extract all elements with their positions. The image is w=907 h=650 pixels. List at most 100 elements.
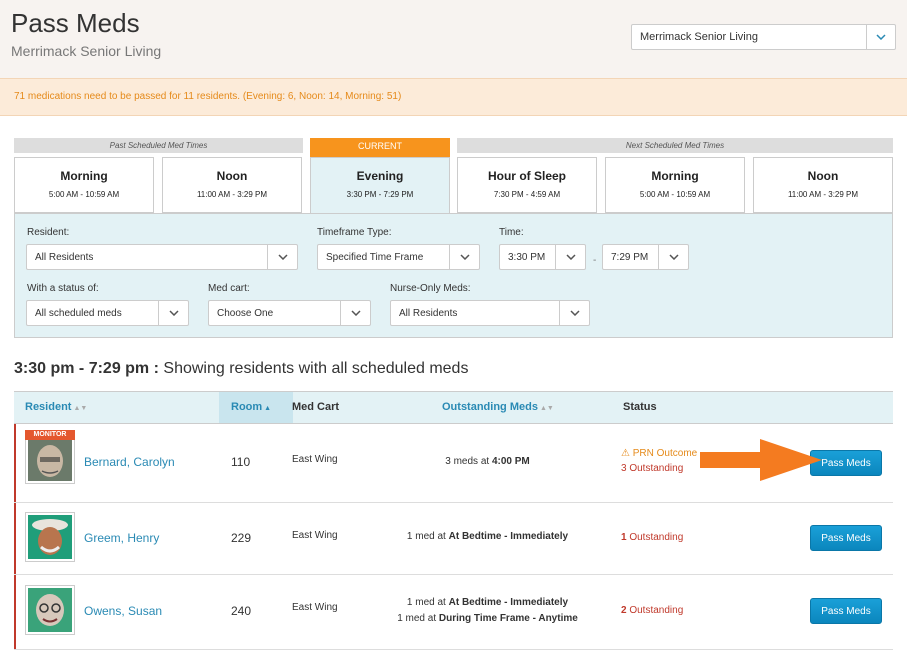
column-header-resident[interactable]: Resident ▲▼ <box>25 401 87 413</box>
column-label: Resident <box>25 401 72 413</box>
results-heading: 3:30 pm - 7:29 pm : Showing residents wi… <box>14 360 468 378</box>
med-cart: East Wing <box>292 454 338 465</box>
sort-icon: ▲▼ <box>73 405 88 412</box>
page-subtitle: Merrimack Senior Living <box>11 43 162 59</box>
time-from-value: 3:30 PM <box>508 252 546 263</box>
medcart-filter-label: Med cart: <box>208 283 250 294</box>
column-label: Outstanding Meds <box>442 401 538 413</box>
status-filter-select[interactable]: All scheduled meds <box>26 300 189 326</box>
slot-name: Evening <box>356 169 404 183</box>
nurse-only-filter-label: Nurse-Only Meds: <box>390 283 471 294</box>
time-separator: - <box>593 255 597 266</box>
status-filter-label: With a status of: <box>27 283 99 294</box>
resident-filter-label: Resident: <box>27 227 70 238</box>
room-number: 110 <box>231 455 251 469</box>
results-range: 3:30 pm - 7:29 pm : <box>14 360 159 377</box>
column-label: Room <box>231 401 263 413</box>
nurse-only-filter-value: All Residents <box>399 308 458 319</box>
resident-photo <box>28 437 72 481</box>
medcart-filter-select[interactable]: Choose One <box>208 300 371 326</box>
resident-name-link[interactable]: Greem, Henry <box>84 531 159 545</box>
annotation-arrow-icon <box>700 439 822 481</box>
time-slot-noon-next[interactable]: Noon 11:00 AM - 3:29 PM <box>753 157 893 213</box>
outstanding-meds: 1 med at At Bedtime - Immediately <box>344 529 631 545</box>
outstanding-meds: 1 med at At Bedtime - Immediately 1 med … <box>344 595 631 627</box>
chevron-down-icon[interactable] <box>449 245 479 269</box>
time-slot-morning-next[interactable]: Morning 5:00 AM - 10:59 AM <box>605 157 745 213</box>
resident-filter-select[interactable]: All Residents <box>26 244 298 270</box>
warning-icon: ⚠ <box>621 448 630 459</box>
time-slot-evening-current[interactable]: Evening 3:30 PM - 7:29 PM <box>310 157 450 214</box>
page-title: Pass Meds <box>11 8 140 38</box>
slot-name: Noon <box>807 169 839 183</box>
current-label: CURRENT <box>310 138 450 157</box>
column-header-outstanding-meds[interactable]: Outstanding Meds ▲▼ <box>442 401 554 413</box>
sort-ascending-icon: ▲ <box>264 405 272 412</box>
med-line: 1 med at At Bedtime - Immediately <box>406 531 569 542</box>
table-header: Resident ▲▼ Room ▲ Med Cart Outstanding Me… <box>14 391 893 424</box>
slot-name: Hour of Sleep <box>487 169 566 183</box>
med-line: 3 meds at 4:00 PM <box>445 456 530 467</box>
room-number: 229 <box>231 531 252 545</box>
column-header-med-cart: Med Cart <box>292 401 340 413</box>
chevron-down-icon[interactable] <box>340 301 370 325</box>
facility-select[interactable]: Merrimack Senior Living <box>631 24 896 50</box>
resident-filter-value: All Residents <box>35 252 94 263</box>
chevron-down-icon[interactable] <box>559 301 589 325</box>
time-to-value: 7:29 PM <box>611 252 649 263</box>
table-row: Owens, Susan 240 East Wing 1 med at At B… <box>14 575 893 650</box>
outstanding-status: 1 Outstanding <box>621 532 684 543</box>
slot-time: 11:00 AM - 3:29 PM <box>196 190 268 199</box>
chevron-down-icon[interactable] <box>555 245 585 269</box>
column-header-status: Status <box>623 401 657 413</box>
alert-banner: 71 medications need to be passed for 11 … <box>0 78 907 116</box>
resident-name-link[interactable]: Owens, Susan <box>84 604 162 618</box>
room-number: 240 <box>231 604 252 618</box>
time-to-select[interactable]: 7:29 PM <box>602 244 689 270</box>
med-line: 1 med at At Bedtime - Immediately <box>406 597 569 608</box>
time-slot-hour-of-sleep[interactable]: Hour of Sleep 7:30 PM - 4:59 AM <box>457 157 597 213</box>
status-filter-value: All scheduled meds <box>35 308 122 319</box>
chevron-down-icon[interactable] <box>866 25 895 49</box>
chevron-down-icon[interactable] <box>267 245 297 269</box>
avatar[interactable] <box>25 512 75 562</box>
outstanding-status: 2 Outstanding <box>621 605 684 616</box>
results-description: Showing residents with all scheduled med… <box>163 360 469 377</box>
pass-meds-button[interactable]: Pass Meds <box>810 598 882 624</box>
page-header: Pass Meds Merrimack Senior Living Merrim… <box>0 0 907 78</box>
pass-meds-button[interactable]: Pass Meds <box>810 525 882 551</box>
next-times-label: Next Scheduled Med Times <box>457 138 893 153</box>
nurse-only-filter-select[interactable]: All Residents <box>390 300 590 326</box>
slot-time: 3:30 PM - 7:29 PM <box>346 190 414 199</box>
monitor-badge: MONITOR <box>25 430 75 440</box>
alert-text: 71 medications need to be passed for 11 … <box>14 91 402 102</box>
resident-name-link[interactable]: Bernard, Carolyn <box>84 455 175 469</box>
time-from-select[interactable]: 3:30 PM <box>499 244 586 270</box>
chevron-down-icon[interactable] <box>158 301 188 325</box>
column-header-room[interactable]: Room ▲ <box>231 401 271 413</box>
timeframe-filter-select[interactable]: Specified Time Frame <box>317 244 480 270</box>
facility-select-value: Merrimack Senior Living <box>640 31 758 43</box>
avatar[interactable] <box>25 585 75 635</box>
table-row: Greem, Henry 229 East Wing 1 med at At B… <box>14 503 893 575</box>
prn-outcome-status[interactable]: ⚠ PRN Outcome <box>621 446 697 461</box>
med-cart: East Wing <box>292 530 338 541</box>
avatar[interactable] <box>25 434 75 484</box>
sort-icon: ▲▼ <box>539 405 554 412</box>
slot-time: 5:00 AM - 10:59 AM <box>48 190 120 199</box>
slot-name: Morning <box>60 169 108 183</box>
resident-photo <box>28 515 72 559</box>
outstanding-status: 3 Outstanding <box>621 463 684 474</box>
slot-name: Noon <box>216 169 248 183</box>
med-line: 1 med at During Time Frame - Anytime <box>397 613 578 624</box>
chevron-down-icon[interactable] <box>658 245 688 269</box>
past-times-label: Past Scheduled Med Times <box>14 138 303 153</box>
slot-time: 7:30 PM - 4:59 AM <box>493 190 561 199</box>
slot-time: 11:00 AM - 3:29 PM <box>787 190 859 199</box>
med-cart: East Wing <box>292 602 338 613</box>
timeframe-filter-value: Specified Time Frame <box>326 252 424 263</box>
time-slot-noon-past[interactable]: Noon 11:00 AM - 3:29 PM <box>162 157 302 213</box>
time-slot-morning-past[interactable]: Morning 5:00 AM - 10:59 AM <box>14 157 154 213</box>
timeframe-filter-label: Timeframe Type: <box>317 227 392 238</box>
slot-time: 5:00 AM - 10:59 AM <box>639 190 711 199</box>
